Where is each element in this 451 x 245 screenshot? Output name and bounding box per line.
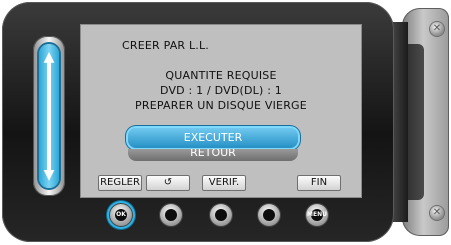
slider-shaft (47, 62, 51, 170)
arrow-down-icon: ▼ (43, 167, 55, 183)
slider-track[interactable]: ▲ ▼ (39, 44, 59, 188)
hardware-button-4[interactable] (258, 204, 280, 226)
softkey-bar: REGLER ↺ VERIF. FIN (98, 175, 344, 193)
touch-slider[interactable]: ▲ ▼ (33, 36, 65, 196)
screw-icon (430, 206, 444, 220)
menu-button[interactable]: MENU (306, 204, 328, 226)
hardware-button-2[interactable] (160, 204, 182, 226)
ok-button[interactable]: OK (110, 204, 132, 226)
back-icon[interactable]: ↺ (146, 175, 190, 191)
softkey-empty (252, 175, 292, 191)
screen-title: CREER PAR L.L. (122, 39, 210, 52)
lcd-screen: CREER PAR L.L. QUANTITE REQUISE DVD : 1 … (80, 24, 362, 198)
button-face (263, 209, 275, 221)
quantity-required-label: QUANTITE REQUISE (165, 69, 277, 82)
menu-label: MENU (307, 211, 327, 218)
prepare-disc-text: PREPARER UN DISQUE VIERGE (135, 99, 307, 112)
softkey-fin[interactable]: FIN (297, 175, 341, 191)
screw-icon (430, 22, 444, 36)
disc-quantity-text: DVD : 1 / DVD(DL) : 1 (159, 84, 283, 97)
button-face (215, 209, 227, 221)
execute-button[interactable]: EXECUTER (128, 128, 298, 148)
ok-label: OK (116, 211, 126, 218)
softkey-verif[interactable]: VERIF. (202, 175, 246, 191)
softkey-regler[interactable]: REGLER (98, 175, 142, 191)
side-door (402, 8, 449, 236)
button-face (165, 209, 177, 221)
camcorder-device: ▲ ▼ CREER PAR L.L. QUANTITE REQUISE DVD … (0, 0, 451, 245)
return-button[interactable]: RETOUR (128, 149, 298, 161)
hardware-button-3[interactable] (210, 204, 232, 226)
